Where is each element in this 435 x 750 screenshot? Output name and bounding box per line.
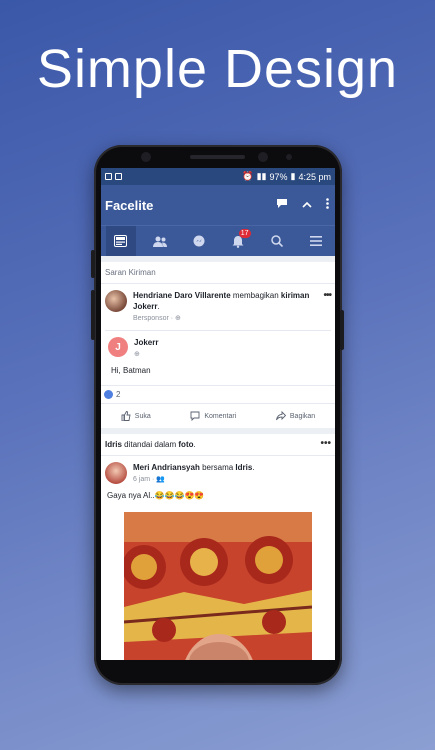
- post-photo[interactable]: [124, 512, 312, 660]
- phone-speaker: [190, 155, 245, 159]
- globe-icon: ⊕: [134, 351, 140, 358]
- headline: Simple Design: [36, 39, 399, 99]
- phone-power-button: [340, 310, 344, 350]
- post-header: Meri Andriansyah bersama Idris. 6 jam · …: [101, 456, 335, 491]
- messenger-icon: [193, 235, 204, 247]
- more-vertical-icon[interactable]: [326, 198, 329, 212]
- comment-icon: [190, 411, 200, 421]
- avatar[interactable]: [105, 290, 127, 312]
- tab-messenger[interactable]: [184, 226, 214, 256]
- phone-sensor-icon: [286, 154, 292, 160]
- tab-bar: 17: [101, 225, 335, 256]
- thumbs-up-icon: [121, 411, 131, 421]
- phone-screen: ⏰ ▮▮ 97% ▮ 4:25 pm Facelite 17 Saran Kir…: [101, 168, 335, 660]
- chat-icon[interactable]: [276, 198, 288, 212]
- battery-icon: ▮: [290, 171, 296, 181]
- share-button[interactable]: Bagikan: [275, 411, 316, 421]
- phone-sensor-icon: [258, 152, 268, 162]
- comment-label: Komentari: [204, 412, 237, 420]
- suggested-post-header: Saran Kiriman: [101, 262, 335, 284]
- alarm-icon: ⏰: [242, 171, 254, 181]
- tab-notifications[interactable]: 17: [223, 226, 253, 256]
- battery-level: 97%: [269, 171, 288, 182]
- tagged-post-header: Idris ditandai dalam foto.: [101, 434, 335, 456]
- share-label: Bagikan: [289, 412, 316, 420]
- shared-post-text: Hi, Batman: [111, 366, 151, 375]
- post-sponsored: Bersponsor ·: [133, 315, 176, 322]
- like-reaction-icon: [104, 390, 113, 399]
- post-time: 6 jam ·: [133, 476, 157, 483]
- post-author[interactable]: Meri Andriansyah: [133, 463, 200, 472]
- more-options-icon[interactable]: •••: [320, 438, 331, 449]
- globe-icon: ⊕: [175, 315, 181, 322]
- share-icon: [275, 411, 286, 421]
- post-card: Saran Kiriman Hendriane Daro Villarente …: [101, 262, 335, 428]
- post-actions: Suka Komentari Bagikan: [101, 403, 335, 428]
- post-meta: Hendriane Daro Villarente membagikan kir…: [133, 291, 310, 322]
- app-title: Facelite: [105, 197, 154, 213]
- like-button[interactable]: Suka: [121, 411, 151, 421]
- post-card: Idris ditandai dalam foto. ••• Meri Andr…: [101, 434, 335, 660]
- reactions-count: 2: [116, 390, 121, 399]
- chevron-up-icon[interactable]: [302, 198, 312, 212]
- tab-menu[interactable]: [301, 226, 331, 256]
- phone-volume-up-button: [91, 250, 95, 278]
- post-with: bersama: [199, 463, 236, 472]
- tagged-name[interactable]: Idris: [105, 440, 122, 449]
- front-camera-icon: [141, 152, 151, 162]
- tab-news-feed[interactable]: [105, 226, 136, 256]
- avatar[interactable]: [105, 462, 127, 484]
- post-meta: Meri Andriansyah bersama Idris. 6 jam · …: [133, 463, 255, 483]
- search-icon: [270, 235, 283, 247]
- avatar[interactable]: J: [108, 337, 128, 357]
- post-action: membagikan: [230, 291, 281, 300]
- app-bar: Facelite: [101, 185, 335, 225]
- photo-image: [124, 512, 312, 660]
- phone-volume-down-button: [91, 290, 95, 340]
- friends-icon: 👥: [156, 476, 166, 483]
- notification-icon: [115, 173, 122, 180]
- like-label: Suka: [134, 412, 151, 420]
- news-feed-icon: [114, 235, 127, 247]
- shared-post: J Jokerr ⊕ Hi, Batman: [105, 330, 331, 385]
- friends-icon: [152, 236, 167, 247]
- tab-search[interactable]: [262, 226, 292, 256]
- tagged-action: ditandai dalam: [121, 440, 179, 449]
- menu-icon: [309, 236, 322, 246]
- comment-button[interactable]: Komentari: [190, 411, 236, 421]
- tab-friends[interactable]: [145, 226, 175, 256]
- shared-post-meta: Jokerr ⊕: [134, 337, 176, 360]
- notification-icon: [105, 173, 112, 180]
- more-options-icon[interactable]: •••: [323, 290, 331, 301]
- tagged-target[interactable]: foto: [178, 440, 193, 449]
- signal-icon: ▮▮: [256, 171, 267, 181]
- post-text: Gaya nya Al..😂😂😂😍😍: [107, 491, 205, 500]
- reactions-summary[interactable]: 2: [101, 385, 335, 403]
- post-author[interactable]: Hendriane Daro Villarente: [133, 291, 231, 300]
- clock: 4:25 pm: [298, 171, 331, 182]
- post-header: Hendriane Daro Villarente membagikan kir…: [101, 284, 335, 330]
- post-tagged[interactable]: Idris: [235, 463, 252, 472]
- shared-post-author[interactable]: Jokerr: [134, 338, 158, 347]
- status-bar: ⏰ ▮▮ 97% ▮ 4:25 pm: [101, 168, 335, 185]
- notification-badge: 17: [238, 229, 251, 238]
